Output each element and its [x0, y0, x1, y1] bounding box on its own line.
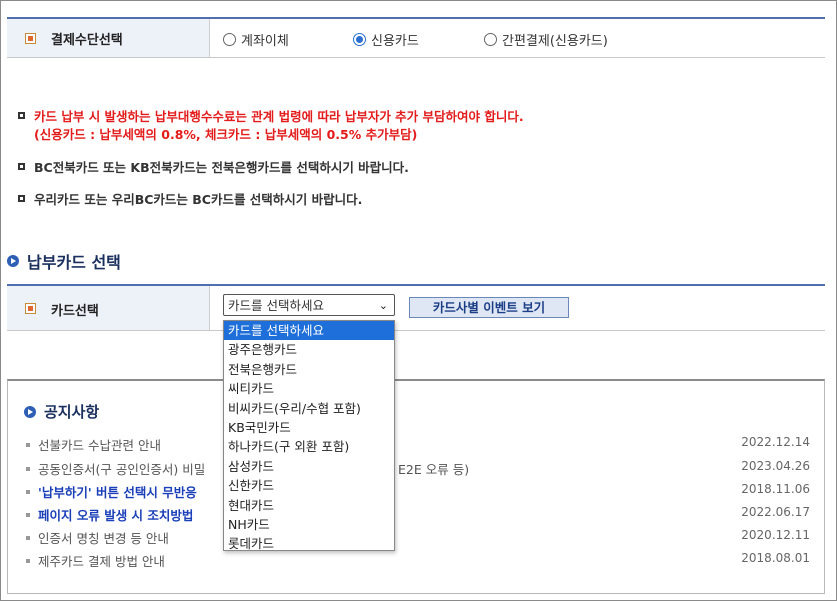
notice-date: 2020.12.11	[741, 528, 810, 542]
orange-bullet-icon	[25, 33, 36, 44]
gray-bullet-icon	[26, 535, 30, 540]
payment-method-row: 결제수단선택 계좌이체 신용카드 간편결제(신용카드)	[7, 17, 825, 58]
notice-item[interactable]: '납부하기' 버튼 선택시 무반응	[26, 482, 197, 501]
notice-item-title[interactable]: 공동인증서(구 공인인증서) 비밀	[38, 462, 205, 477]
dropdown-option[interactable]: 롯데카드	[224, 534, 394, 553]
notice-board-title-text: 공지사항	[44, 403, 100, 421]
orange-bullet-icon	[25, 303, 36, 314]
square-bullet-icon	[18, 195, 25, 202]
card-select-label: 카드선택	[51, 304, 99, 319]
notice-board-title: 공지사항	[24, 401, 99, 422]
jeonbuk-notice: BC전북카드 또는 KB전북카드는 전북은행카드를 선택하시기 바랍니다.	[18, 159, 409, 177]
radio-selected-icon[interactable]	[353, 33, 366, 46]
dropdown-option[interactable]: 신한카드	[224, 476, 394, 495]
notice-item[interactable]: 인증서 명칭 변경 등 안내	[26, 528, 169, 547]
fee-notice-line1: 카드 납부 시 발생하는 납부대행수수료는 관계 법령에 따라 납부자가 추가 …	[34, 109, 524, 124]
payment-method-label: 결제수단선택	[51, 33, 123, 48]
radio-bank-transfer[interactable]: 계좌이체	[223, 30, 289, 49]
card-dropdown-list: 카드를 선택하세요 광주은행카드 전북은행카드 씨티카드 비씨카드(우리/수협 …	[223, 320, 395, 551]
radio-circle-icon[interactable]	[223, 33, 236, 46]
gray-bullet-icon	[26, 466, 30, 471]
notice-item-title[interactable]: 제주카드 결제 방법 안내	[38, 554, 165, 569]
payment-label-cell: 결제수단선택	[7, 19, 210, 57]
notice-date: 2018.08.01	[741, 551, 810, 565]
dropdown-option[interactable]: 카드를 선택하세요	[224, 321, 394, 341]
notice-item[interactable]: 선불카드 수납관련 안내	[26, 435, 161, 454]
dropdown-option[interactable]: 현대카드	[224, 496, 394, 515]
dropdown-option[interactable]: 전북은행카드	[224, 360, 394, 379]
chevron-down-icon: ⌄	[378, 299, 388, 312]
radio-label: 계좌이체	[241, 34, 289, 49]
gray-bullet-icon	[26, 442, 30, 447]
radio-easy-pay[interactable]: 간편결제(신용카드)	[484, 30, 608, 49]
notice-item-title[interactable]: '납부하기' 버튼 선택시 무반응	[38, 485, 197, 500]
notice-item-title[interactable]: 페이지 오류 발생 시 조치방법	[38, 508, 193, 523]
woori-notice: 우리카드 또는 우리BC카드는 BC카드를 선택하시기 바랍니다.	[18, 191, 362, 209]
gray-bullet-icon	[26, 512, 30, 517]
dropdown-option[interactable]: 삼성카드	[224, 457, 394, 476]
dropdown-option[interactable]: KB국민카드	[224, 418, 394, 437]
dropdown-option[interactable]: 비씨카드(우리/수협 포함)	[224, 399, 394, 418]
square-bullet-icon	[18, 112, 25, 119]
circle-arrow-icon	[24, 405, 36, 418]
notice-item-title[interactable]: 인증서 명칭 변경 등 안내	[38, 531, 169, 546]
square-bullet-icon	[18, 163, 25, 170]
notice-item-tail[interactable]: E2E 오류 등)	[398, 459, 469, 478]
gray-bullet-icon	[26, 489, 30, 494]
card-select-row: 카드선택 카드를 선택하세요 ⌄ 카드사별 이벤트 보기	[7, 284, 825, 331]
card-select-value: 카드를 선택하세요	[228, 298, 324, 313]
woori-notice-text: 우리카드 또는 우리BC카드는 BC카드를 선택하시기 바랍니다.	[34, 192, 363, 207]
notice-date: 2022.12.14	[741, 435, 810, 449]
radio-credit-card[interactable]: 신용카드	[353, 30, 419, 49]
notice-item-title[interactable]: 선불카드 수납관련 안내	[38, 438, 161, 453]
notice-date: 2018.11.06	[741, 482, 810, 496]
circle-arrow-icon	[7, 255, 19, 267]
dropdown-option[interactable]: 광주은행카드	[224, 340, 394, 359]
notice-board: 공지사항 선불카드 수납관련 안내 2022.12.14 공동인증서(구 공인인…	[7, 379, 825, 594]
dropdown-option[interactable]: 씨티카드	[224, 379, 394, 398]
card-section-title-text: 납부카드 선택	[27, 253, 121, 272]
dropdown-option[interactable]: 하나카드(구 외환 포함)	[224, 437, 394, 456]
card-label-cell: 카드선택	[7, 286, 210, 330]
notice-item[interactable]: 공동인증서(구 공인인증서) 비밀	[26, 459, 205, 478]
fee-notice-line2: (신용카드 : 납부세액의 0.8%, 체크카드 : 납부세액의 0.5% 추가…	[34, 127, 418, 142]
notice-date: 2023.04.26	[741, 459, 810, 473]
notice-item[interactable]: 페이지 오류 발생 시 조치방법	[26, 505, 193, 524]
radio-label: 간편결제(신용카드)	[502, 34, 608, 49]
card-select[interactable]: 카드를 선택하세요 ⌄	[223, 294, 395, 316]
gray-bullet-icon	[26, 558, 30, 563]
notice-item[interactable]: 제주카드 결제 방법 안내	[26, 551, 165, 570]
card-event-button[interactable]: 카드사별 이벤트 보기	[409, 297, 569, 318]
radio-label: 신용카드	[371, 34, 419, 49]
jeonbuk-notice-text: BC전북카드 또는 KB전북카드는 전북은행카드를 선택하시기 바랍니다.	[34, 160, 409, 175]
dropdown-option[interactable]: NH카드	[224, 515, 394, 534]
radio-circle-icon[interactable]	[484, 33, 497, 46]
card-section-title: 납부카드 선택	[7, 249, 121, 273]
fee-notice: 카드 납부 시 발생하는 납부대행수수료는 관계 법령에 따라 납부자가 추가 …	[18, 108, 524, 144]
notice-date: 2022.06.17	[741, 505, 810, 519]
